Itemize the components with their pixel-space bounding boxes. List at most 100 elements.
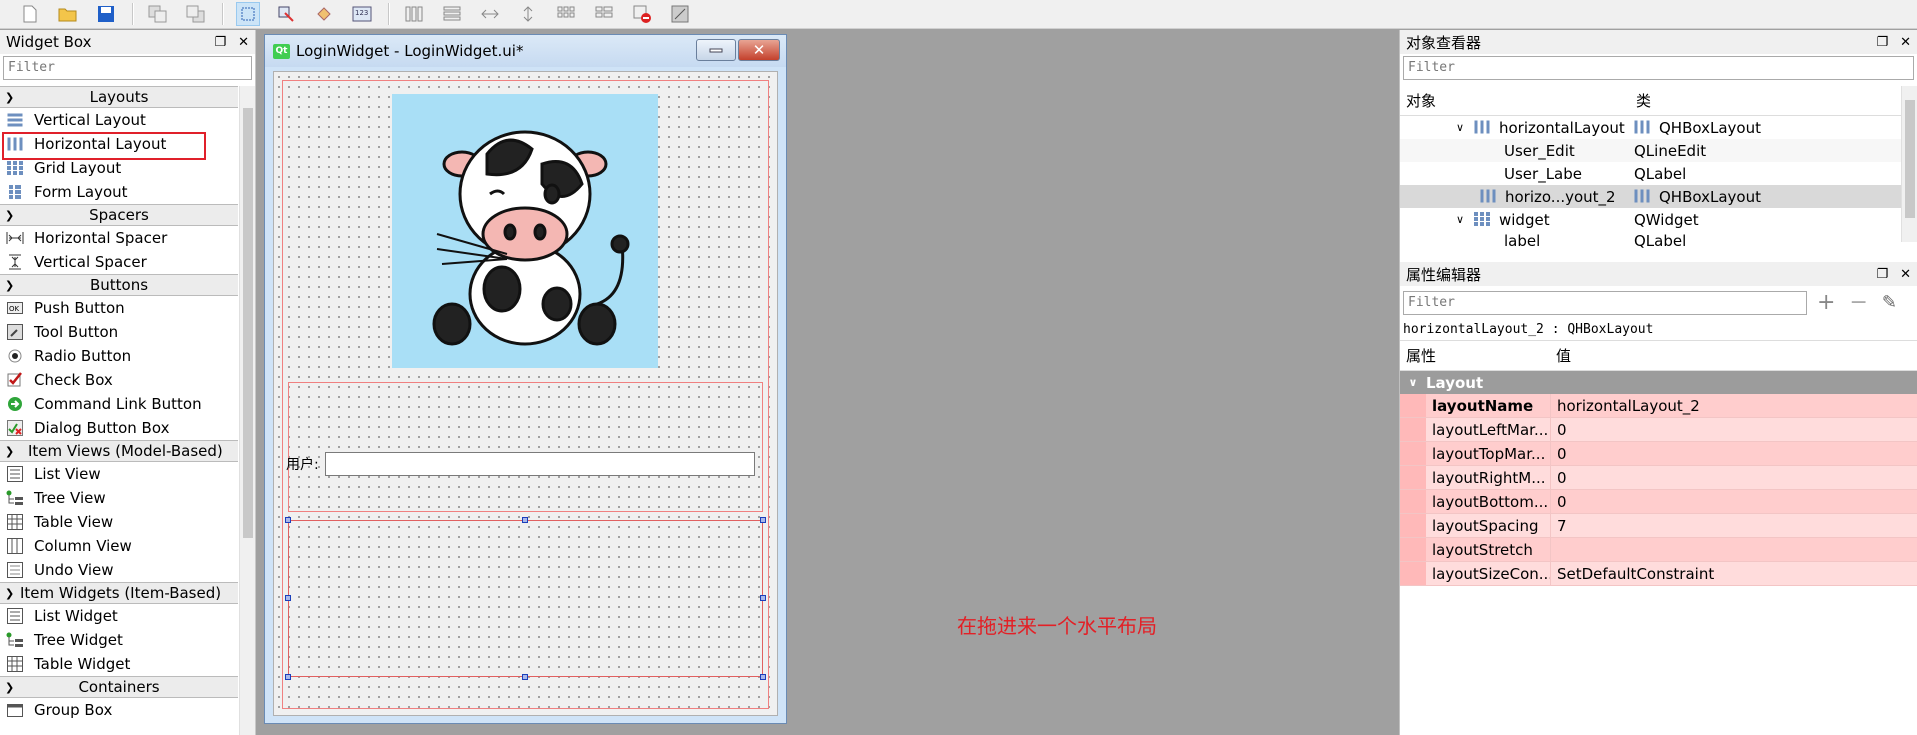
- tree-row[interactable]: ∨ horizontalLayout QHBoxLayout: [1400, 116, 1917, 139]
- widget-table-widget[interactable]: Table Widget: [0, 652, 238, 676]
- remove-property-icon[interactable]: −: [1849, 290, 1867, 315]
- tree-row[interactable]: User_Labe QLabel: [1400, 162, 1917, 185]
- horizontal-layout-2-outline[interactable]: [288, 520, 763, 677]
- edit-signals-icon[interactable]: [274, 2, 298, 26]
- object-filter-input[interactable]: Filter: [1403, 56, 1914, 80]
- widget-check-box[interactable]: Check Box: [0, 368, 238, 392]
- property-row[interactable]: layoutTopMar... 0: [1400, 442, 1917, 466]
- widget-group-box[interactable]: Group Box: [0, 698, 238, 722]
- scrollbar-thumb[interactable]: [243, 108, 253, 538]
- widget-form-layout[interactable]: Form Layout: [0, 180, 238, 204]
- widget-horizontal-layout[interactable]: Horizontal Layout: [0, 132, 238, 160]
- category-item-widgets[interactable]: ❯ Item Widgets (Item-Based): [0, 582, 238, 604]
- float-icon[interactable]: ❐: [1876, 35, 1888, 50]
- object-inspector-panel: 对象查看器 ❐ ✕ Filter 对象 类 ∨ horizontalLayout Q…: [1399, 30, 1917, 262]
- category-spacers[interactable]: ❯ Spacers: [0, 204, 238, 226]
- close-icon[interactable]: ✕: [238, 35, 249, 50]
- property-editor-titlebar: 属性编辑器 ❐ ✕: [1400, 262, 1917, 286]
- send-backward-icon[interactable]: [146, 2, 170, 26]
- property-row[interactable]: layoutBottom... 0: [1400, 490, 1917, 514]
- close-button[interactable]: ✕: [738, 39, 780, 61]
- widget-list-view[interactable]: List View: [0, 462, 238, 486]
- property-row[interactable]: layoutName horizontalLayout_2: [1400, 394, 1917, 418]
- layout-splitter-v-icon[interactable]: [516, 2, 540, 26]
- column-value[interactable]: 值: [1550, 345, 1571, 366]
- edit-tab-order-icon[interactable]: 123: [350, 2, 374, 26]
- widget-vertical-spacer[interactable]: Vertical Spacer: [0, 250, 238, 274]
- configure-icon[interactable]: ✎: [1882, 292, 1897, 313]
- break-layout-icon[interactable]: [630, 2, 654, 26]
- widget-vertical-layout[interactable]: Vertical Layout: [0, 108, 238, 132]
- chevron-down-icon[interactable]: ∨: [1456, 213, 1474, 226]
- widget-tree-view[interactable]: Tree View: [0, 486, 238, 510]
- category-item-views[interactable]: ❯ Item Views (Model-Based): [0, 440, 238, 462]
- widget-column-view[interactable]: Column View: [0, 534, 238, 558]
- layout-form-icon[interactable]: [592, 2, 616, 26]
- widget-list-widget[interactable]: List Widget: [0, 604, 238, 628]
- widget-undo-view[interactable]: Undo View: [0, 558, 238, 582]
- resize-handle[interactable]: [760, 674, 766, 680]
- column-property[interactable]: 属性: [1400, 345, 1550, 366]
- close-icon[interactable]: ✕: [1900, 35, 1911, 50]
- cow-image-label[interactable]: [392, 94, 658, 368]
- resize-handle[interactable]: [285, 595, 291, 601]
- property-row[interactable]: layoutSizeCon... SetDefaultConstraint: [1400, 562, 1917, 586]
- column-class[interactable]: 类: [1630, 90, 1651, 111]
- category-containers[interactable]: ❯ Containers: [0, 676, 238, 698]
- resize-handle[interactable]: [522, 674, 528, 680]
- tree-row-selected[interactable]: horizo...yout_2 QHBoxLayout: [1400, 185, 1917, 208]
- property-group-layout[interactable]: ∨ Layout: [1400, 371, 1917, 394]
- resize-handle[interactable]: [285, 674, 291, 680]
- column-object[interactable]: 对象: [1400, 90, 1630, 111]
- save-icon[interactable]: [94, 2, 118, 26]
- property-row[interactable]: layoutLeftMar... 0: [1400, 418, 1917, 442]
- object-tree-scrollbar[interactable]: [1901, 86, 1917, 242]
- widget-tool-button[interactable]: Tool Button: [0, 320, 238, 344]
- widget-box-scrollbar[interactable]: [239, 86, 255, 735]
- edit-widgets-icon[interactable]: [236, 2, 260, 26]
- widget-radio-button[interactable]: Radio Button: [0, 344, 238, 368]
- property-row[interactable]: layoutStretch: [1400, 538, 1917, 562]
- resize-handle[interactable]: [285, 517, 291, 523]
- scrollbar-thumb[interactable]: [1905, 100, 1915, 218]
- property-row[interactable]: layoutRightM... 0: [1400, 466, 1917, 490]
- category-buttons[interactable]: ❯ Buttons: [0, 274, 238, 296]
- tree-row[interactable]: ∨ widget QWidget: [1400, 208, 1917, 231]
- form-canvas[interactable]: 用户:: [273, 71, 778, 716]
- layout-vertical-icon[interactable]: [440, 2, 464, 26]
- chevron-down-icon[interactable]: ∨: [1456, 121, 1474, 134]
- float-icon[interactable]: ❐: [214, 35, 226, 50]
- tree-row[interactable]: label QLabel: [1400, 231, 1917, 251]
- adjust-size-icon[interactable]: [668, 2, 692, 26]
- open-folder-icon[interactable]: [56, 2, 80, 26]
- widget-table-view[interactable]: Table View: [0, 510, 238, 534]
- widget-dialog-button-box[interactable]: Dialog Button Box: [0, 416, 238, 440]
- widget-tree-widget[interactable]: Tree Widget: [0, 628, 238, 652]
- radio-button-icon: [6, 348, 24, 364]
- widget-box-filter-input[interactable]: Filter: [3, 56, 252, 80]
- widget-command-link-button[interactable]: Command Link Button: [0, 392, 238, 416]
- widget-horizontal-spacer[interactable]: Horizontal Spacer: [0, 226, 238, 250]
- float-icon[interactable]: ❐: [1876, 267, 1888, 282]
- resize-handle[interactable]: [522, 517, 528, 523]
- minimize-button[interactable]: [696, 39, 736, 61]
- category-layouts[interactable]: ❯ Layouts: [0, 86, 238, 108]
- property-filter-input[interactable]: Filter: [1403, 290, 1807, 315]
- chevron-down-icon: ❯: [5, 680, 15, 694]
- close-icon[interactable]: ✕: [1900, 267, 1911, 282]
- add-property-icon[interactable]: +: [1817, 290, 1835, 315]
- resize-handle[interactable]: [760, 517, 766, 523]
- resize-handle[interactable]: [760, 595, 766, 601]
- bring-forward-icon[interactable]: [184, 2, 208, 26]
- widget-push-button[interactable]: OK Push Button: [0, 296, 238, 320]
- edit-buddies-icon[interactable]: [312, 2, 336, 26]
- layout-horizontal-icon[interactable]: [402, 2, 426, 26]
- property-row[interactable]: layoutSpacing 7: [1400, 514, 1917, 538]
- layout-splitter-h-icon[interactable]: [478, 2, 502, 26]
- layout-grid-icon[interactable]: [554, 2, 578, 26]
- tree-row[interactable]: User_Edit QLineEdit: [1400, 139, 1917, 162]
- user-edit-input[interactable]: [324, 452, 755, 476]
- svg-text:OK: OK: [9, 305, 20, 313]
- widget-grid-layout[interactable]: Grid Layout: [0, 156, 238, 180]
- new-file-icon[interactable]: [18, 2, 42, 26]
